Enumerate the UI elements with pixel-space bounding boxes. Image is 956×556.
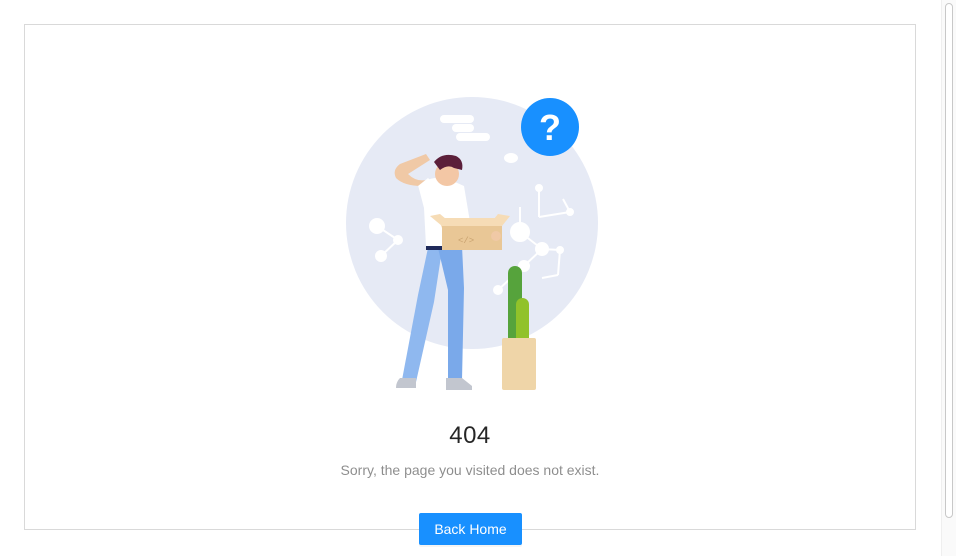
back-home-button[interactable]: Back Home [419, 513, 522, 545]
status-message: Sorry, the page you visited does not exi… [340, 462, 600, 478]
vertical-scrollbar[interactable] [941, 0, 956, 556]
status-code-title: 404 [449, 422, 491, 449]
question-mark-icon: ? [521, 98, 579, 156]
not-found-illustration: ? </> [330, 90, 610, 400]
scrollbar-thumb[interactable] [945, 3, 953, 518]
page-viewport: ? </> 404 Sorry, the page you visited do… [0, 0, 956, 556]
svg-text:?: ? [539, 107, 561, 148]
svg-text:</>: </> [458, 236, 474, 246]
